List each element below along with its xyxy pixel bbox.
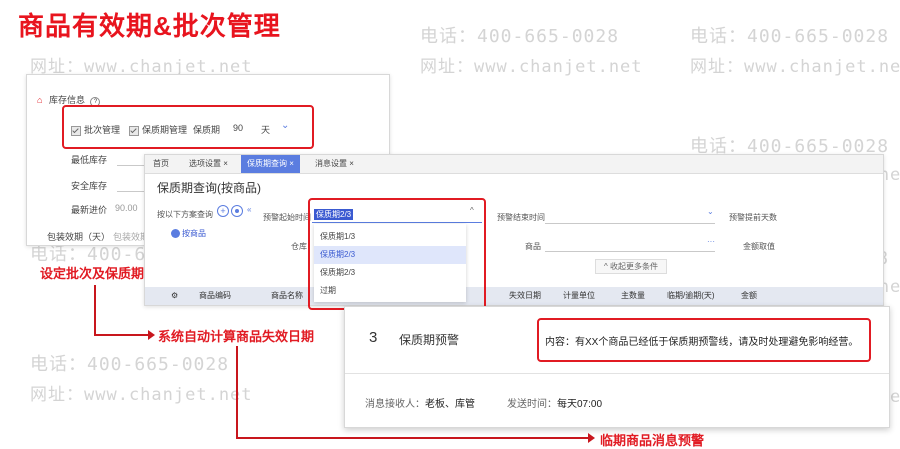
connector-line — [94, 334, 150, 336]
product-label: 商品 — [525, 242, 541, 251]
chevron-down-icon[interactable]: ⌄ — [707, 207, 714, 216]
safe-stock-label: 安全库存 — [71, 181, 108, 191]
watermark-phone: 电话：400-665-0028 — [690, 26, 890, 47]
label-auto-calc: 系统自动计算商品失效日期 — [158, 329, 315, 344]
query-title: 保质期查询(按商品) — [157, 181, 261, 195]
watermark-site: 网址：www.chanjet.net — [420, 57, 643, 77]
home-icon: ⌂ — [37, 95, 43, 105]
page-title: 商品有效期&批次管理 — [18, 11, 281, 41]
send-time-label: 发送时间： — [507, 399, 557, 410]
message-number: 3 — [369, 329, 378, 346]
highlight-batch-settings — [62, 105, 314, 149]
add-icon[interactable]: + — [217, 205, 229, 217]
min-stock-label: 最低库存 — [71, 155, 108, 165]
last-price-value[interactable]: 90.00 — [115, 203, 138, 213]
highlight-message-content — [537, 318, 871, 362]
close-icon[interactable]: × — [223, 159, 228, 168]
send-time-value: 每天07:00 — [557, 399, 603, 410]
label-set-batch: 设定批次及保质期 — [40, 266, 145, 281]
tab-label: 消息设置 — [315, 159, 347, 168]
connector-line — [94, 285, 96, 335]
watermark-site: 网址：www.chanjet.net — [690, 57, 900, 77]
tab-options[interactable]: 选项设置 × — [183, 155, 234, 173]
close-icon[interactable]: × — [289, 159, 294, 168]
receivers-value: 老板、库管 — [425, 399, 475, 410]
col-code: 商品编码 — [199, 291, 231, 300]
col-expire-date: 失效日期 — [509, 291, 541, 300]
chevron-up-icon: ^ — [604, 262, 608, 271]
tab-shelf-query[interactable]: 保质期查询 × — [241, 155, 300, 173]
warn-end-label: 预警结束时间 — [497, 213, 545, 222]
watermark-site: 网址：www.chanjet.net — [30, 385, 253, 405]
receivers-row: 消息接收人：老板、库管 — [365, 395, 475, 410]
col-name: 商品名称 — [271, 291, 303, 300]
settings-icon[interactable]: ⚙ — [171, 287, 178, 305]
warehouse-label: 仓库 — [291, 242, 307, 251]
scheme-button-label: 按商品 — [182, 229, 206, 238]
col-days: 临期/逾期(天) — [667, 291, 715, 300]
tab-label: 首页 — [153, 159, 169, 168]
more-icon[interactable]: ··· — [707, 237, 715, 246]
col-qty: 主数量 — [621, 291, 645, 300]
scheme-label: 按以下方案查询 — [157, 210, 213, 219]
send-time-row: 发送时间：每天07:00 — [507, 395, 602, 410]
label-expiry-alert: 临期商品消息预警 — [600, 433, 705, 448]
highlight-dropdown — [308, 198, 486, 310]
close-icon[interactable]: × — [349, 159, 354, 168]
connector-line — [236, 437, 590, 439]
collapse-left-icon[interactable]: « — [247, 205, 251, 214]
amount-label: 金额取值 — [743, 242, 775, 251]
tab-home[interactable]: 首页 — [147, 155, 175, 173]
collapse-more-button[interactable]: ^ 收起更多条件 — [595, 259, 667, 274]
arrow-right-icon — [148, 330, 155, 340]
inventory-header-label: 库存信息 — [48, 95, 85, 105]
collapse-label: 收起更多条件 — [610, 262, 658, 271]
tab-label: 选项设置 — [189, 159, 221, 168]
scheme-button[interactable]: 按商品 — [171, 228, 206, 239]
tab-bar: 首页 选项设置 × 保质期查询 × 消息设置 × — [145, 155, 883, 174]
warn-start-label: 预警起始时间 — [263, 213, 311, 222]
expiry-label: 包装效期（天） — [47, 232, 111, 242]
tab-message-settings[interactable]: 消息设置 × — [309, 155, 360, 173]
watermark-phone: 电话：400-665-0028 — [30, 354, 230, 375]
receivers-label: 消息接收人： — [365, 399, 425, 410]
arrow-right-icon — [588, 433, 595, 443]
watermark-phone: 电话：400-665-0028 — [420, 26, 620, 47]
table-header: ⚙ 商品编码 商品名称 失效日期 计量单位 主数量 临期/逾期(天) 金额 — [145, 287, 883, 305]
warn-days-label: 预警提前天数 — [729, 213, 777, 222]
user-icon — [171, 229, 180, 239]
col-unit: 计量单位 — [563, 291, 595, 300]
last-price-label: 最新进价 — [71, 205, 108, 215]
target-icon[interactable] — [231, 205, 243, 217]
query-panel: 首页 选项设置 × 保质期查询 × 消息设置 × 保质期查询(按商品) 按以下方… — [144, 154, 884, 306]
connector-line — [236, 346, 238, 438]
message-title: 保质期预警 — [399, 333, 460, 347]
tab-label: 保质期查询 — [247, 159, 287, 168]
col-amount: 金额 — [741, 291, 757, 300]
divider — [345, 373, 889, 374]
